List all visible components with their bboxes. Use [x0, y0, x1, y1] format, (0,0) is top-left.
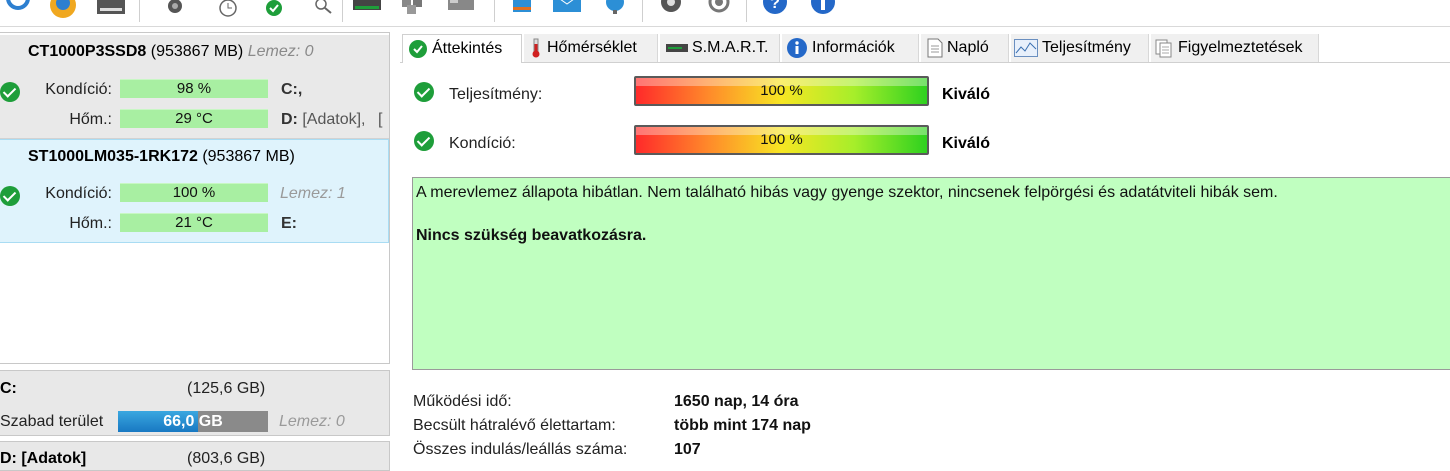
info-icon	[787, 37, 807, 58]
disk-size: (953867 MB)	[202, 148, 295, 165]
volume-name: D: [Adatok]	[0, 450, 87, 467]
disk-title: CT1000P3SSD8 (953867 MB) Lemez: 0	[28, 43, 314, 61]
warning-icon[interactable]	[48, 0, 78, 20]
refresh-icon[interactable]	[2, 0, 32, 20]
tab-alerts[interactable]: Figyelmeztetések	[1151, 34, 1319, 62]
svg-text:?: ?	[770, 0, 780, 12]
left-panel: CT1000P3SSD8 (953867 MB) Lemez: 0 Kondíc…	[0, 32, 390, 471]
health-label: Kondíció:	[449, 135, 516, 152]
condition-bar: 98 %	[120, 79, 268, 98]
startstop-label: Összes indulás/leállás száma:	[413, 441, 628, 458]
toolbar-separator	[139, 0, 140, 22]
condition-label: Kondíció:	[45, 81, 112, 98]
disk-size: (953867 MB)	[150, 43, 244, 60]
health-rating: Kiváló	[942, 135, 991, 152]
volume-name: C:	[0, 380, 17, 397]
info-icon[interactable]	[808, 0, 838, 20]
disk-list: CT1000P3SSD8 (953867 MB) Lemez: 0 Kondíc…	[0, 32, 390, 364]
tab-temperature[interactable]: Hőmérséklet	[524, 34, 658, 62]
health-check-icon[interactable]	[260, 0, 290, 20]
speaker-icon[interactable]	[704, 0, 734, 20]
partition-label[interactable]: C:,	[281, 81, 302, 99]
status-advice: Nincs szükség beavatkozásra.	[416, 227, 647, 244]
network-icon[interactable]	[600, 0, 630, 20]
mail-icon[interactable]	[552, 0, 582, 20]
lifetime-value: több mint 174 nap	[674, 417, 811, 434]
uptime-label: Működési idő:	[413, 393, 512, 410]
startstop-value: 107	[674, 441, 701, 458]
disk-speaker-icon[interactable]	[160, 0, 190, 20]
volume-card-d[interactable]: D: [Adatok] (803,6 GB)	[0, 441, 390, 471]
disk-card-1[interactable]: ST1000LM035-1RK172 (953867 MB) Kondíció:…	[0, 139, 389, 243]
health-bar: 100 %	[634, 125, 929, 155]
server-icon[interactable]	[446, 0, 476, 20]
temperature-bar: 29 °C	[120, 109, 268, 128]
disk-index: Lemez: 0	[279, 413, 345, 430]
tab-bar: Áttekintés Hőmérséklet S.M.A.R.T. Inform…	[400, 34, 1450, 63]
drive-icon[interactable]	[96, 0, 126, 20]
tab-smart[interactable]: S.M.A.R.T.	[660, 34, 780, 62]
free-space-value: 66,0 GB	[163, 413, 223, 430]
check-icon	[414, 82, 434, 102]
cubes-icon[interactable]	[398, 0, 428, 20]
check-icon	[0, 82, 20, 102]
condition-bar: 100 %	[120, 183, 268, 202]
gear-icon[interactable]	[656, 0, 686, 20]
toolbar: ?	[0, 0, 1450, 27]
temperature-bar: 21 °C	[120, 213, 268, 232]
temperature-label: Hőm.:	[69, 215, 112, 232]
check-icon	[414, 131, 434, 151]
magnify-icon[interactable]	[309, 0, 339, 20]
check-icon	[409, 39, 427, 58]
document-icon	[927, 38, 943, 58]
disk-model: ST1000LM035-1RK172	[28, 148, 198, 165]
clock-icon[interactable]	[213, 0, 243, 20]
scanner-icon[interactable]	[352, 0, 382, 20]
free-space-bar: 66,0 GB	[118, 411, 268, 432]
partition-label[interactable]: E:	[281, 215, 297, 233]
performance-label: Teljesítmény:	[449, 86, 543, 103]
chart-icon	[1014, 38, 1038, 57]
disk-index: Lemez: 0	[247, 43, 314, 60]
disk-model: CT1000P3SSD8	[28, 43, 147, 60]
volume-size: (125,6 GB)	[187, 380, 266, 397]
alerts-icon	[1155, 39, 1172, 58]
volume-size: (803,6 GB)	[187, 450, 266, 467]
lifetime-label: Becsült hátralévő élettartam:	[413, 417, 616, 434]
partition-label[interactable]: D: [Adatok], [	[281, 111, 382, 129]
volume-card-c[interactable]: C: (125,6 GB) Szabad terület 66,0 GB Lem…	[0, 370, 390, 436]
toolbar-separator	[494, 0, 495, 22]
book-icon[interactable]	[506, 0, 536, 20]
status-text: A merevlemez állapota hibátlan. Nem talá…	[416, 184, 1278, 201]
temperature-label: Hőm.:	[69, 111, 112, 128]
toolbar-separator	[746, 0, 747, 22]
check-icon	[0, 186, 20, 206]
performance-bar: 100 %	[634, 76, 929, 106]
uptime-value: 1650 nap, 14 óra	[674, 393, 799, 410]
toolbar-separator	[642, 0, 643, 22]
toolbar-separator	[342, 0, 343, 22]
free-space-label: Szabad terület	[0, 413, 104, 430]
disk-index: Lemez: 1	[280, 185, 346, 202]
tab-information[interactable]: Információk	[782, 34, 919, 62]
tab-log[interactable]: Napló	[921, 34, 1009, 62]
help-icon[interactable]: ?	[760, 0, 790, 20]
disk-title: ST1000LM035-1RK172 (953867 MB)	[28, 148, 295, 166]
tab-overview[interactable]: Áttekintés	[402, 34, 522, 63]
condition-label: Kondíció:	[45, 185, 112, 202]
status-box: A merevlemez állapota hibátlan. Nem talá…	[412, 177, 1450, 370]
thermometer-icon	[532, 38, 540, 58]
drive-icon	[666, 43, 688, 52]
disk-card-0[interactable]: CT1000P3SSD8 (953867 MB) Lemez: 0 Kondíc…	[0, 35, 389, 139]
performance-rating: Kiváló	[942, 86, 991, 103]
tab-performance[interactable]: Teljesítmény	[1011, 34, 1149, 62]
